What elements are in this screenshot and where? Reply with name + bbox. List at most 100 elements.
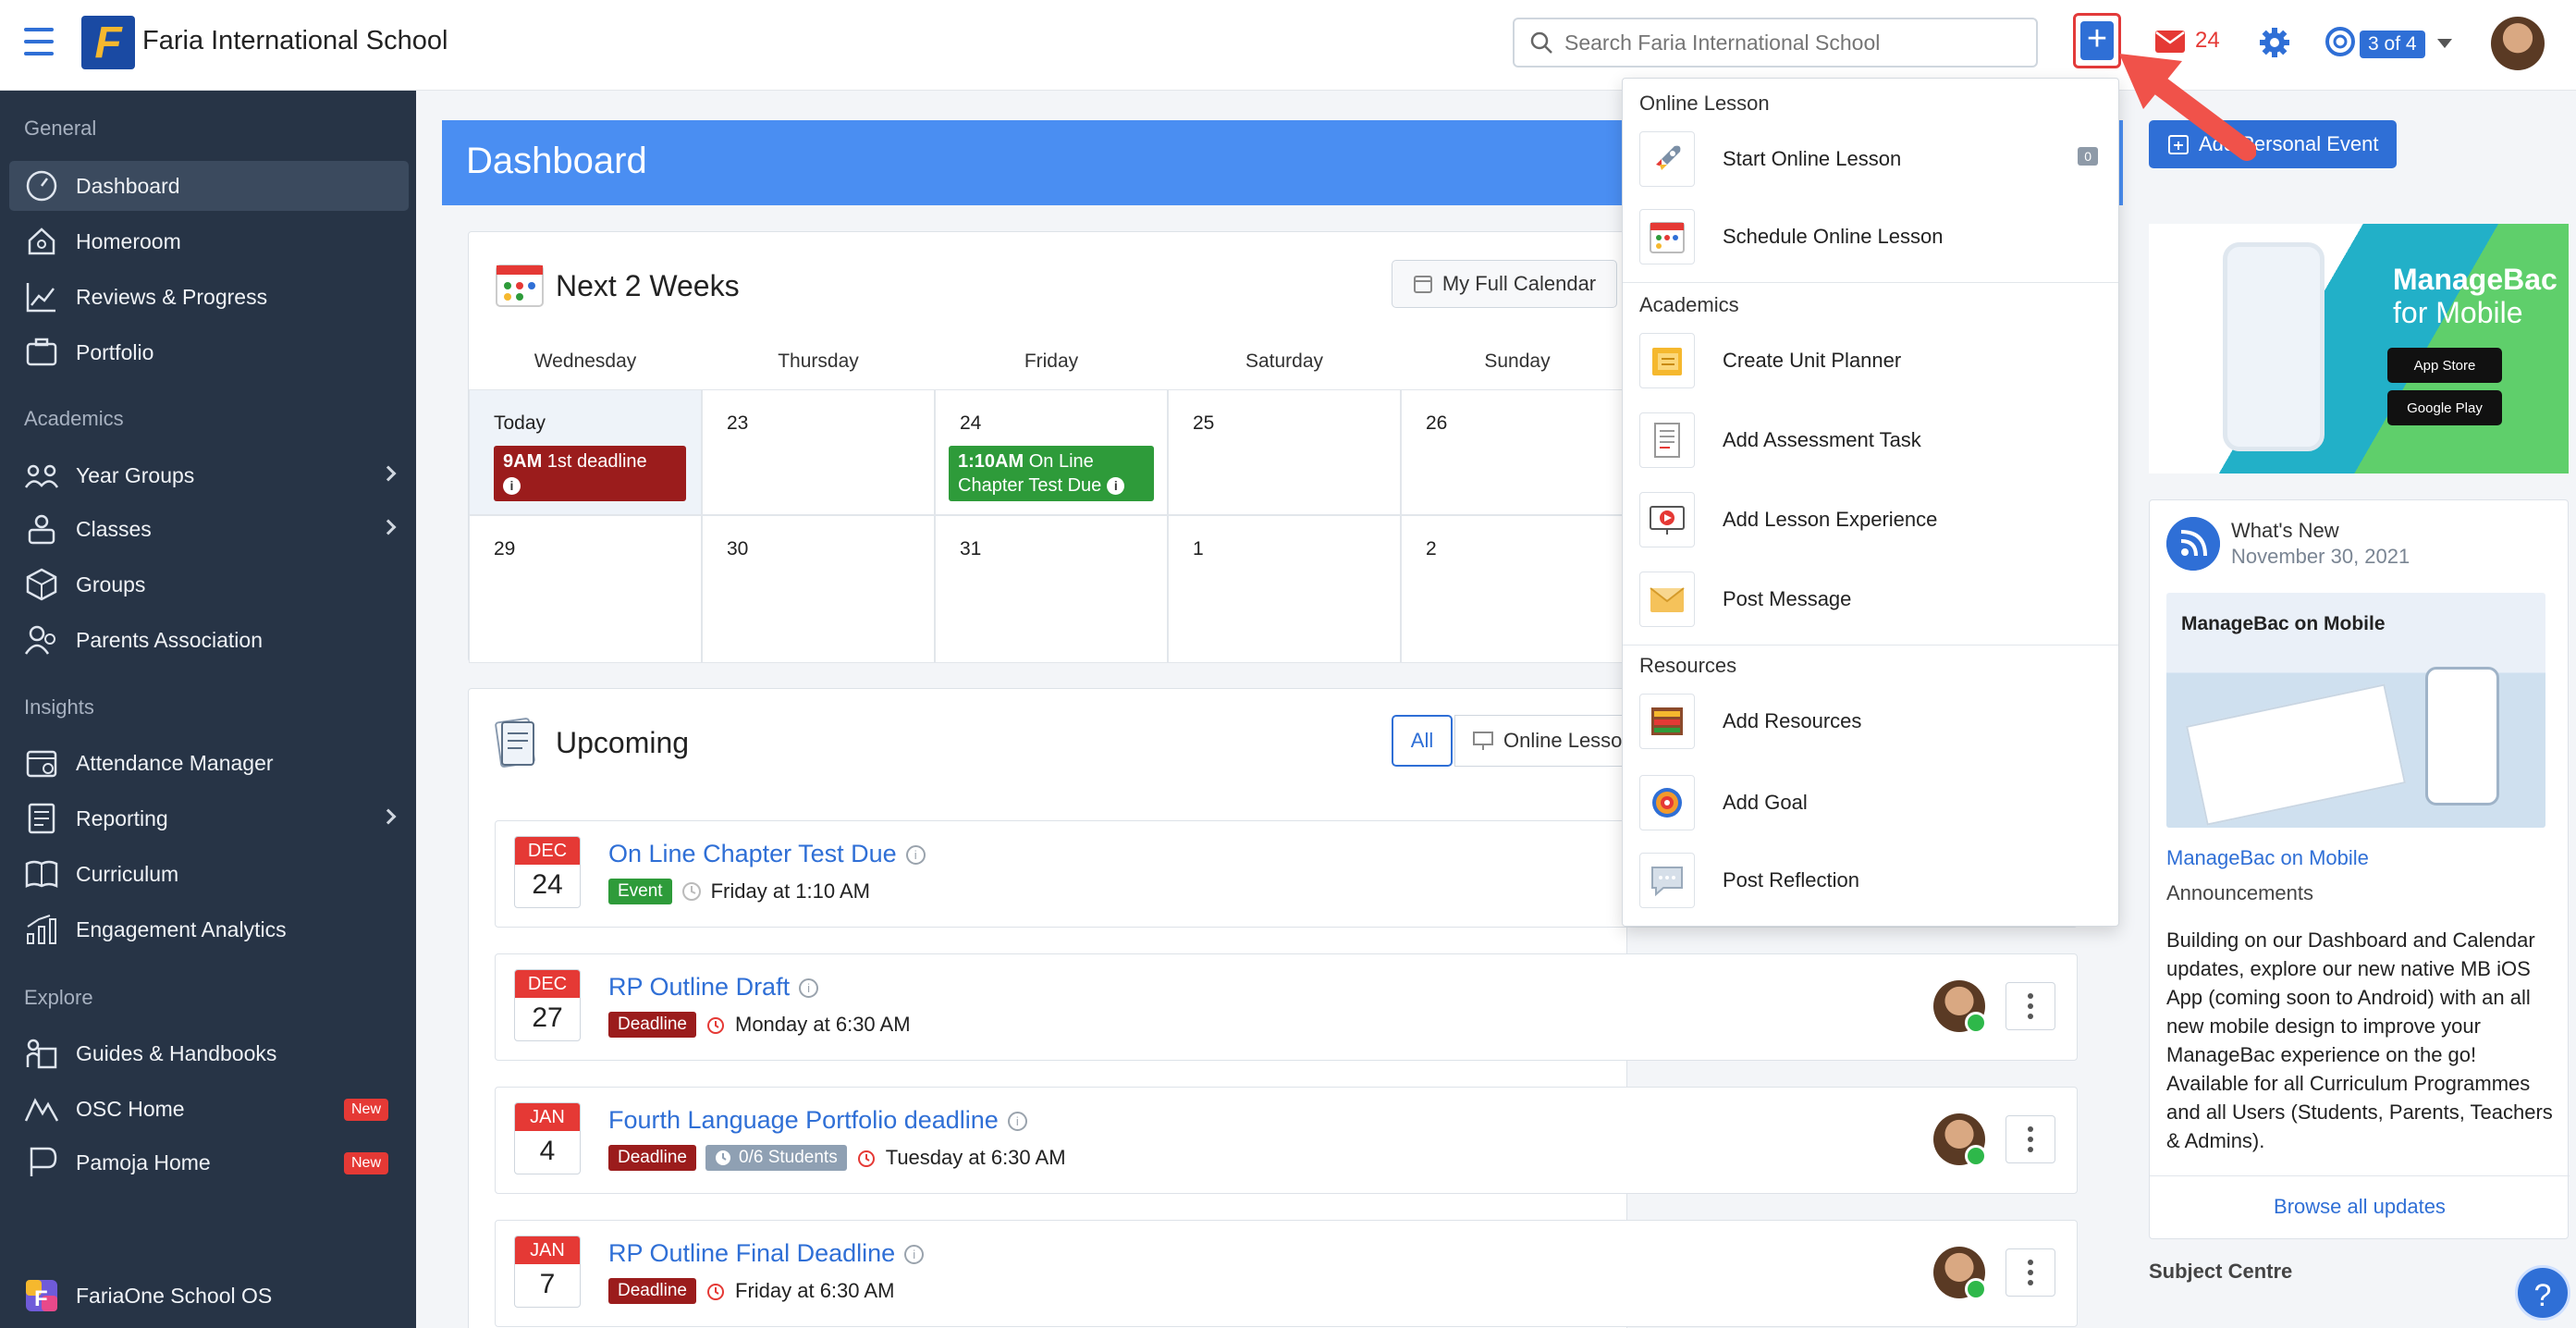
hamburger-menu-icon[interactable] <box>24 28 54 55</box>
upcoming-item[interactable]: JAN 7 RP Outline Final Deadline i Deadline… <box>495 1220 2078 1327</box>
day-number: 25 <box>1193 412 1215 434</box>
item-title-text[interactable]: RP Outline Final Deadline <box>608 1239 895 1267</box>
students-badge[interactable]: 0/6 Students <box>705 1145 847 1171</box>
add-menu-highlight: + <box>2073 13 2121 68</box>
reflection-icon <box>1639 853 1695 908</box>
upcoming-item-title[interactable]: On Line Chapter Test Due i <box>608 840 926 868</box>
calendar-day-cell[interactable]: 26 <box>1401 389 1628 515</box>
day-header: Sunday <box>1484 350 1551 372</box>
classes-icon <box>28 514 55 545</box>
item-title-text[interactable]: RP Outline Draft <box>608 973 790 1001</box>
lifebuoy-icon[interactable] <box>2325 26 2356 57</box>
whats-new-link[interactable]: ManageBac on Mobile <box>2166 846 2369 870</box>
google-play-badge[interactable]: Google Play <box>2387 390 2502 425</box>
sidebar-item-engagement-analytics[interactable]: Engagement Analytics <box>9 904 409 954</box>
sidebar-item-portfolio[interactable]: Portfolio <box>9 327 409 377</box>
item-when: Friday at 6:30 AM <box>735 1279 895 1302</box>
day-header: Wednesday <box>534 350 637 372</box>
calendar-day-cell[interactable]: 1 <box>1168 515 1401 663</box>
sidebar-item-pamoja-home[interactable]: Pamoja Home New <box>9 1137 409 1187</box>
chevron-down-icon[interactable] <box>2437 39 2452 48</box>
rss-icon <box>2166 517 2220 571</box>
sidebar-item-homeroom[interactable]: Homeroom <box>9 216 409 266</box>
dropdown-item-add-lesson-experience[interactable]: Add Lesson Experience <box>1623 482 2118 558</box>
sidebar-item-curriculum[interactable]: Curriculum <box>9 849 409 899</box>
sidebar-item-guides[interactable]: Guides & Handbooks <box>9 1028 409 1078</box>
user-avatar[interactable] <box>2491 17 2545 70</box>
more-options-button[interactable] <box>2006 982 2055 1030</box>
dropdown-item-add-assessment-task[interactable]: Add Assessment Task <box>1623 402 2118 478</box>
dropdown-item-post-reflection[interactable]: Post Reflection <box>1623 842 2118 918</box>
upcoming-item[interactable]: JAN 4 Fourth Language Portfolio deadline i… <box>495 1087 2078 1194</box>
day-number: Today <box>494 412 546 434</box>
teacher-avatar[interactable] <box>1933 1247 1987 1300</box>
teacher-avatar[interactable] <box>1933 980 1987 1034</box>
more-options-button[interactable] <box>2006 1248 2055 1297</box>
whats-new-image[interactable]: ManageBac on Mobile <box>2166 593 2545 828</box>
sidebar-item-attendance[interactable]: Attendance Manager <box>9 738 409 788</box>
analytics-icon <box>27 915 56 944</box>
managebac-mobile-banner[interactable]: ManageBac for Mobile App Store Google Pla… <box>2149 224 2569 473</box>
sidebar-item-year-groups[interactable]: Year Groups <box>9 450 409 500</box>
search-input[interactable] <box>1564 19 2027 66</box>
date-badge: DEC 24 <box>514 836 581 908</box>
school-logo[interactable]: F <box>81 16 135 69</box>
calendar-small-icon <box>1413 276 1432 293</box>
sidebar-item-classes[interactable]: Classes <box>9 504 409 554</box>
sidebar-item-parents-association[interactable]: Parents Association <box>9 615 409 665</box>
promo-title: ManageBac for Mobile <box>2393 263 2558 329</box>
sidebar-item-osc-home[interactable]: OSC Home New <box>9 1084 409 1134</box>
calendar-day-cell[interactable]: 29 <box>469 515 702 663</box>
calendar-day-cell[interactable]: 25 <box>1168 389 1401 515</box>
teacher-avatar[interactable] <box>1933 1113 1987 1167</box>
filter-all-button[interactable]: All <box>1392 715 1453 767</box>
dropdown-item-post-message[interactable]: Post Message <box>1623 561 2118 637</box>
item-title-text[interactable]: On Line Chapter Test Due <box>608 840 897 867</box>
sidebar-item-dashboard[interactable]: Dashboard <box>9 161 409 211</box>
calendar-day-cell[interactable]: 23 <box>702 389 935 515</box>
dropdown-item-add-resources[interactable]: Add Resources <box>1623 683 2118 759</box>
dropdown-item-add-goal[interactable]: Add Goal <box>1623 765 2118 841</box>
my-full-calendar-button[interactable]: My Full Calendar <box>1392 260 1617 308</box>
upcoming-item-title[interactable]: Fourth Language Portfolio deadline i <box>608 1106 1027 1135</box>
dropdown-item-label: Schedule Online Lesson <box>1723 225 1944 248</box>
sidebar-item-reviews[interactable]: Reviews & Progress <box>9 272 409 322</box>
info-icon[interactable]: i <box>905 845 926 866</box>
info-icon[interactable]: i <box>1007 1112 1027 1132</box>
sidebar-item-groups[interactable]: Groups <box>9 559 409 609</box>
browse-all-updates-link[interactable]: Browse all updates <box>2150 1175 2570 1219</box>
upcoming-card: Upcoming All Online Lesso DEC 24 On Line … <box>468 688 2078 1328</box>
search-box[interactable] <box>1513 18 2038 68</box>
sidebar-item-reporting[interactable]: Reporting <box>9 793 409 843</box>
gear-icon[interactable] <box>2258 26 2291 59</box>
item-title-text[interactable]: Fourth Language Portfolio deadline <box>608 1106 999 1134</box>
upcoming-item[interactable]: DEC 27 RP Outline Draft i Deadline Monday … <box>495 953 2078 1061</box>
calendar-day-cell[interactable]: 24 1:10AM On Line Chapter Test Due i <box>935 389 1168 515</box>
profile-count-badge[interactable]: 3 of 4 <box>2360 31 2425 58</box>
sidebar-item-label: Attendance Manager <box>76 750 274 775</box>
dropdown-item-start-online-lesson[interactable]: Start Online Lesson 0 <box>1623 121 2118 197</box>
help-button[interactable]: ? <box>2515 1265 2570 1321</box>
calendar-event[interactable]: 1:10AM On Line Chapter Test Due i <box>949 446 1154 501</box>
calendar-day-cell[interactable]: 2 <box>1401 515 1628 663</box>
info-icon[interactable]: i <box>799 978 819 999</box>
dropdown-item-schedule-online-lesson[interactable]: Schedule Online Lesson <box>1623 199 2118 275</box>
alarm-clock-icon <box>707 1284 724 1300</box>
clock-icon <box>716 1150 730 1165</box>
school-name[interactable]: Faria International School <box>142 26 448 56</box>
date-month: JAN <box>515 1236 580 1264</box>
sidebar-footer-fariaone[interactable]: F FariaOne School OS <box>9 1271 409 1321</box>
rocket-icon <box>1639 131 1695 187</box>
dropdown-item-create-unit-planner[interactable]: Create Unit Planner <box>1623 323 2118 399</box>
more-options-button[interactable] <box>2006 1115 2055 1163</box>
calendar-event[interactable]: 9AM 1st deadline i <box>494 446 686 501</box>
add-button[interactable]: + <box>2080 21 2114 60</box>
upcoming-item-title[interactable]: RP Outline Final Deadline i <box>608 1239 925 1268</box>
calendar-day-cell[interactable]: 30 <box>702 515 935 663</box>
info-icon[interactable]: i <box>904 1245 925 1265</box>
app-store-badge[interactable]: App Store <box>2387 348 2502 383</box>
calendar-day-cell[interactable]: 31 <box>935 515 1168 663</box>
calendar-day-cell[interactable]: Today 9AM 1st deadline i <box>469 389 702 515</box>
upcoming-item-title[interactable]: RP Outline Draft i <box>608 973 819 1002</box>
filter-online-lessons-button[interactable]: Online Lesso <box>1454 715 1639 767</box>
